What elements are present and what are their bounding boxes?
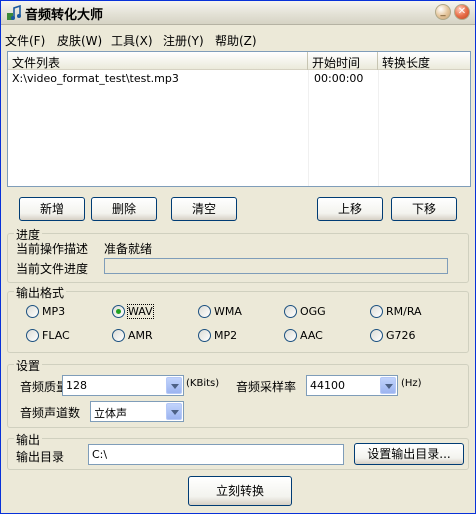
radio-amr[interactable]: [112, 329, 125, 342]
close-icon: ✕: [457, 6, 467, 17]
title-bar[interactable]: 音频转化大师 _ ✕: [1, 1, 475, 25]
menu-register[interactable]: 注册(Y): [163, 32, 204, 49]
output-dir-label: 输出目录: [16, 450, 65, 464]
settings-group: 设置 音频质量 128 (KBits) 音频采样率 44100 (Hz) 音频声…: [7, 357, 469, 428]
chevron-down-icon[interactable]: [166, 377, 182, 394]
samplerate-unit: (Hz): [401, 378, 422, 389]
move-down-button[interactable]: 下移: [391, 197, 457, 221]
column-file-list[interactable]: 文件列表: [8, 52, 308, 70]
settings-title: 设置: [14, 357, 43, 374]
radio-ogg[interactable]: [284, 305, 297, 318]
app-window: 音频转化大师 _ ✕ 文件(F) 皮肤(W) 工具(X) 注册(Y) 帮助(Z)…: [0, 0, 476, 514]
close-button[interactable]: ✕: [454, 4, 470, 20]
column-divider: [378, 70, 379, 186]
current-operation-value: 准备就绪: [104, 242, 153, 256]
chevron-down-icon[interactable]: [166, 403, 182, 420]
window-title: 音频转化大师: [25, 8, 104, 23]
radio-rmra[interactable]: [370, 305, 383, 318]
radio-label-wma[interactable]: WMA: [214, 305, 242, 318]
quality-select[interactable]: 128: [62, 375, 184, 396]
chevron-down-icon[interactable]: [380, 377, 396, 394]
file-list[interactable]: 文件列表 开始时间 转换长度 X:\video_format_test\test…: [7, 51, 471, 187]
radio-flac[interactable]: [26, 329, 39, 342]
radio-aac[interactable]: [284, 329, 297, 342]
radio-label-wav[interactable]: WAV: [127, 304, 154, 319]
radio-label-amr[interactable]: AMR: [128, 329, 153, 342]
clear-button[interactable]: 清空: [171, 197, 237, 221]
menu-bar: 文件(F) 皮肤(W) 工具(X) 注册(Y) 帮助(Z): [1, 29, 475, 49]
file-list-header: 文件列表 开始时间 转换长度: [8, 52, 470, 70]
output-format-title: 输出格式: [14, 284, 67, 301]
file-progress-label: 当前文件进度: [16, 262, 89, 276]
quality-label: 音频质量: [20, 380, 69, 394]
menu-file[interactable]: 文件(F): [5, 32, 45, 49]
quality-value: 128: [66, 379, 87, 392]
column-length[interactable]: 转换长度: [378, 52, 470, 70]
radio-mp2[interactable]: [198, 329, 211, 342]
radio-g726[interactable]: [370, 329, 383, 342]
output-dir-field[interactable]: C:\: [88, 444, 344, 465]
channels-value: 立体声: [94, 407, 127, 420]
delete-button[interactable]: 删除: [91, 197, 157, 221]
radio-label-g726[interactable]: G726: [386, 329, 416, 342]
radio-wav[interactable]: [112, 305, 125, 318]
menu-skin[interactable]: 皮肤(W): [57, 32, 102, 49]
radio-label-mp2[interactable]: MP2: [214, 329, 237, 342]
samplerate-label: 音频采样率: [236, 380, 297, 394]
channels-select[interactable]: 立体声: [90, 401, 184, 422]
progress-group: 进度 当前操作描述 准备就绪 当前文件进度: [7, 226, 469, 283]
radio-mp3[interactable]: [26, 305, 39, 318]
column-divider: [308, 70, 309, 186]
add-button[interactable]: 新增: [19, 197, 85, 221]
row-start-time: 00:00:00: [314, 72, 364, 85]
output-format-group: 输出格式 MP3 WAV WMA OGG RM/RA FLAC AMR MP2 …: [7, 284, 469, 353]
convert-now-button[interactable]: 立刻转换: [188, 476, 292, 506]
radio-label-flac[interactable]: FLAC: [42, 329, 70, 342]
samplerate-select[interactable]: 44100: [306, 375, 398, 396]
radio-label-ogg[interactable]: OGG: [300, 305, 326, 318]
radio-label-mp3[interactable]: MP3: [42, 305, 65, 318]
samplerate-value: 44100: [310, 379, 345, 392]
move-up-button[interactable]: 上移: [317, 197, 383, 221]
file-progress-bar: [104, 258, 448, 274]
quality-unit: (KBits): [186, 378, 220, 389]
minimize-icon: _: [440, 6, 446, 17]
column-start-time[interactable]: 开始时间: [308, 52, 378, 70]
radio-wma[interactable]: [198, 305, 211, 318]
radio-label-aac[interactable]: AAC: [300, 329, 323, 342]
row-file-path: X:\video_format_test\test.mp3: [12, 72, 179, 85]
radio-label-rmra[interactable]: RM/RA: [386, 305, 422, 318]
current-operation-label: 当前操作描述: [16, 242, 89, 256]
output-title: 输出: [14, 431, 43, 448]
channels-label: 音频声道数: [20, 406, 81, 420]
minimize-button[interactable]: _: [435, 4, 451, 20]
set-output-dir-button[interactable]: 设置输出目录...: [354, 443, 464, 465]
app-music-icon: [7, 5, 21, 20]
menu-tools[interactable]: 工具(X): [111, 32, 153, 49]
output-group: 输出 输出目录 C:\ 设置输出目录...: [7, 431, 469, 470]
menu-help[interactable]: 帮助(Z): [215, 32, 257, 49]
